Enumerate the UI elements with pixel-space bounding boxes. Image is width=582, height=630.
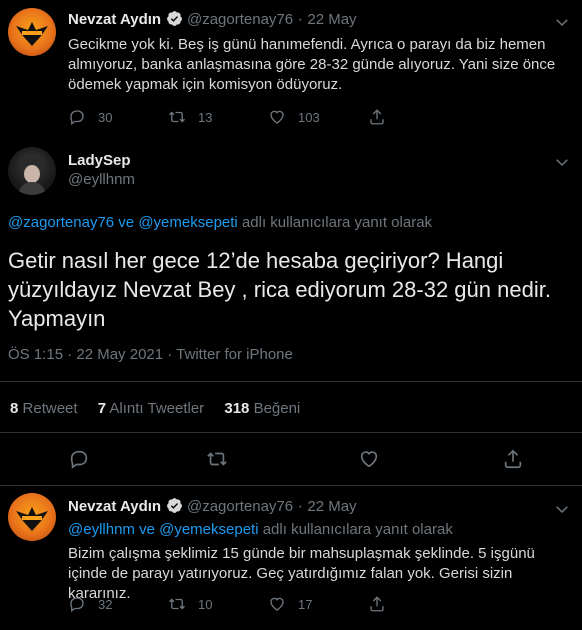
reply-context-and: ve xyxy=(114,214,139,231)
reply-count: 32 xyxy=(98,596,113,612)
tweet-actions: 30 13 103 xyxy=(68,108,498,126)
reply-context-suffix: adlı kullanıcılara yanıt olarak xyxy=(237,214,433,231)
zagor-logo-icon xyxy=(16,22,48,46)
retweet-stat-label: Retweet xyxy=(22,400,78,417)
avatar[interactable] xyxy=(8,147,56,195)
author-handle[interactable]: @zagortenay76 xyxy=(187,498,293,515)
like-icon xyxy=(270,597,284,611)
divider xyxy=(0,381,582,382)
reply-count: 30 xyxy=(98,109,113,125)
dot-separator: · xyxy=(297,498,303,515)
author-name[interactable]: LadySep xyxy=(68,152,135,169)
retweet-icon xyxy=(169,111,185,123)
reply-icon xyxy=(70,597,84,613)
retweet-button[interactable]: 13 xyxy=(168,108,268,126)
mention-link[interactable]: @yemeksepeti xyxy=(138,214,237,231)
tweet-text: Gecikme yok ki. Beş iş günü hanımefendi.… xyxy=(68,36,556,93)
mention-link[interactable]: @yemeksepeti xyxy=(159,521,258,538)
reply-context: @zagortenay76 ve @yemeksepeti adlı kulla… xyxy=(8,214,432,231)
reply-context-suffix: adlı kullanıcılara yanıt olarak xyxy=(258,521,453,538)
like-button[interactable]: 17 xyxy=(268,595,368,613)
share-button[interactable] xyxy=(368,108,386,126)
like-count: 103 xyxy=(298,109,320,125)
zagor-logo-icon xyxy=(16,507,48,531)
tweet-stats: 8 Retweet 7 Alıntı Tweetler 318 Beğeni xyxy=(10,400,300,417)
author-block: LadySep @eyllhnm xyxy=(68,152,135,188)
tweet-date[interactable]: 22 May xyxy=(307,11,356,28)
reply-button[interactable]: 30 xyxy=(68,108,168,126)
user-photo-icon xyxy=(18,156,46,195)
reply-icon[interactable] xyxy=(68,448,90,470)
author-name[interactable]: Nevzat Aydın xyxy=(68,11,161,28)
mention-link[interactable]: @eyllhnm xyxy=(68,521,135,538)
tweet-timestamp[interactable]: ÖS 1:15 · 22 May 2021 · Twitter for iPho… xyxy=(8,346,293,363)
like-total: 318 xyxy=(224,400,250,417)
reply-icon xyxy=(70,110,84,126)
retweet-count: 13 xyxy=(198,109,213,125)
share-icon xyxy=(370,596,384,612)
retweet-icon xyxy=(169,598,185,610)
more-options-icon[interactable] xyxy=(553,500,571,518)
verified-badge-icon xyxy=(166,498,182,513)
tweet-header: Nevzat Aydın @zagortenay76 · 22 May xyxy=(68,10,357,29)
divider xyxy=(0,485,582,486)
mention-link[interactable]: @zagortenay76 xyxy=(8,214,114,231)
more-options-icon[interactable] xyxy=(553,153,571,171)
avatar[interactable] xyxy=(8,493,56,541)
retweet-icon[interactable] xyxy=(206,448,228,470)
share-icon[interactable] xyxy=(502,448,524,470)
retweet-button[interactable]: 10 xyxy=(168,595,268,613)
retweet-count: 10 xyxy=(198,596,213,612)
tweet-actions: 32 10 17 xyxy=(68,595,498,613)
quote-stat-label: Alıntı Tweetler xyxy=(109,400,205,417)
like-icon[interactable] xyxy=(358,448,380,470)
author-handle[interactable]: @eyllhnm xyxy=(68,171,135,188)
more-options-icon[interactable] xyxy=(553,13,571,31)
reply-button[interactable]: 32 xyxy=(68,595,168,613)
retweet-total: 8 xyxy=(10,400,19,417)
main-tweet-text: Getir nasıl her gece 12’de hesaba geçiri… xyxy=(8,248,551,331)
divider xyxy=(0,432,582,433)
avatar[interactable] xyxy=(8,8,56,56)
like-button[interactable]: 103 xyxy=(268,108,368,126)
reply-context: @eyllhnm ve @yemeksepeti adlı kullanıcıl… xyxy=(68,521,453,538)
reply-context-and: ve xyxy=(134,521,160,538)
tweet-header: Nevzat Aydın @zagortenay76 · 22 May xyxy=(68,497,357,516)
author-handle[interactable]: @zagortenay76 xyxy=(187,11,293,28)
tweet-date[interactable]: 22 May xyxy=(307,498,356,515)
dot-separator: · xyxy=(297,11,303,28)
like-stat-label: Beğeni xyxy=(253,400,301,417)
share-button[interactable] xyxy=(368,595,386,613)
quotes-stat[interactable]: 7 Alıntı Tweetler xyxy=(98,400,204,417)
retweets-stat[interactable]: 8 Retweet xyxy=(10,400,78,417)
like-count: 17 xyxy=(298,596,313,612)
like-icon xyxy=(270,110,284,124)
verified-badge-icon xyxy=(166,11,182,26)
quote-total: 7 xyxy=(97,400,107,417)
likes-stat[interactable]: 318 Beğeni xyxy=(224,400,300,417)
main-tweet-actions xyxy=(0,448,582,470)
author-name[interactable]: Nevzat Aydın xyxy=(68,498,161,515)
share-icon xyxy=(370,109,384,125)
